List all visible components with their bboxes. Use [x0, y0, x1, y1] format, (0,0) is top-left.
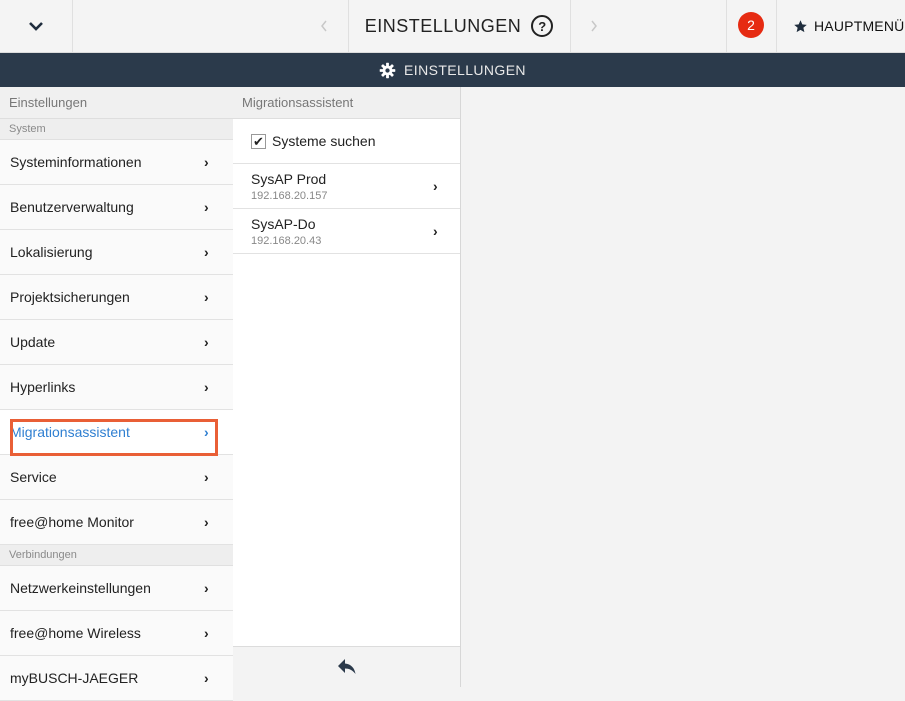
nav-item-migrationsassistent[interactable]: Migrationsassistent › — [0, 410, 233, 455]
nav-item-update[interactable]: Update › — [0, 320, 233, 365]
back-button[interactable] — [300, 0, 348, 52]
group-header-system: System — [0, 119, 233, 140]
gear-icon — [379, 62, 396, 78]
nav-item-freeathome-wireless[interactable]: free@home Wireless › — [0, 611, 233, 656]
chevron-left-icon — [321, 20, 327, 32]
settings-nav-header: Einstellungen — [0, 87, 233, 119]
chevron-down-icon — [29, 22, 43, 31]
notification-badge[interactable]: 2 — [738, 12, 764, 38]
main-menu-label: HAUPTMENÜ — [814, 18, 905, 34]
nav-item-label: free@home Monitor — [10, 514, 134, 530]
chevron-right-icon: › — [204, 199, 209, 215]
nav-item-label: Projektsicherungen — [10, 289, 130, 305]
system-item[interactable]: SysAP-Do 192.168.20.43 › — [233, 209, 460, 254]
main-menu-button[interactable]: HAUPTMENÜ — [793, 0, 904, 52]
checkbox[interactable]: ✔ — [251, 133, 266, 149]
nav-item-netzwerkeinstellungen[interactable]: Netzwerkeinstellungen › — [0, 566, 233, 611]
chevron-right-icon: › — [204, 469, 209, 485]
nav-item-label: Service — [10, 469, 57, 485]
system-name: SysAP-Do — [251, 216, 316, 232]
system-name: SysAP Prod — [251, 171, 327, 187]
chevron-right-icon: › — [433, 223, 438, 239]
migration-panel-footer — [233, 646, 460, 687]
help-icon[interactable]: ? — [531, 15, 554, 37]
section-header: EINSTELLUNGEN — [0, 53, 905, 87]
nav-item-label: Update — [10, 334, 56, 350]
chevron-right-icon — [591, 20, 597, 32]
chevron-right-icon: › — [204, 670, 209, 686]
chevron-right-icon: › — [204, 625, 209, 641]
star-icon — [794, 19, 807, 32]
chevron-right-icon: › — [204, 289, 209, 305]
nav-item-mybusch-jaeger[interactable]: myBUSCH-JAEGER › — [0, 656, 233, 701]
collapse-button[interactable] — [0, 0, 72, 52]
nav-item-projektsicherungen[interactable]: Projektsicherungen › — [0, 275, 233, 320]
nav-item-systeminformationen[interactable]: Systeminformationen › — [0, 140, 233, 185]
checkbox-label: Systeme suchen — [272, 133, 376, 149]
chevron-right-icon: › — [204, 154, 209, 170]
migration-panel: Migrationsassistent ✔ Systeme suchen Sys… — [233, 87, 461, 687]
nav-item-label: Benutzerverwaltung — [10, 199, 134, 215]
search-systems-checkbox-row[interactable]: ✔ Systeme suchen — [233, 119, 460, 164]
nav-item-lokalisierung[interactable]: Lokalisierung › — [0, 230, 233, 275]
page-title-group: EINSTELLUNGEN ? — [348, 0, 570, 52]
chevron-right-icon: › — [433, 178, 438, 194]
system-ip: 192.168.20.157 — [251, 190, 328, 202]
migration-panel-header: Migrationsassistent — [233, 87, 460, 119]
system-ip: 192.168.20.43 — [251, 235, 322, 247]
nav-item-label: myBUSCH-JAEGER — [10, 670, 139, 686]
chevron-right-icon: › — [204, 514, 209, 530]
nav-item-label: Hyperlinks — [10, 379, 76, 395]
chevron-right-icon: › — [204, 424, 209, 440]
settings-nav: Einstellungen System Systeminformationen… — [0, 87, 234, 701]
nav-item-label: Lokalisierung — [10, 244, 93, 260]
group-header-verbindungen: Verbindungen — [0, 545, 233, 566]
top-bar: EINSTELLUNGEN ? 2 HAUPTMENÜ — [0, 0, 905, 53]
nav-item-hyperlinks[interactable]: Hyperlinks › — [0, 365, 233, 410]
chevron-right-icon: › — [204, 334, 209, 350]
nav-item-service[interactable]: Service › — [0, 455, 233, 500]
nav-item-label: Systeminformationen — [10, 154, 142, 170]
nav-item-label: Migrationsassistent — [10, 424, 130, 440]
back-arrow-icon — [337, 659, 355, 674]
forward-button[interactable] — [570, 0, 618, 52]
detail-area — [461, 87, 905, 687]
chevron-right-icon: › — [204, 379, 209, 395]
chevron-right-icon: › — [204, 244, 209, 260]
section-title: EINSTELLUNGEN — [404, 62, 526, 78]
nav-item-label: Netzwerkeinstellungen — [10, 580, 151, 596]
nav-item-benutzerverwaltung[interactable]: Benutzerverwaltung › — [0, 185, 233, 230]
nav-item-freeathome-monitor[interactable]: free@home Monitor › — [0, 500, 233, 545]
system-item[interactable]: SysAP Prod 192.168.20.157 › — [233, 164, 460, 209]
chevron-right-icon: › — [204, 580, 209, 596]
nav-item-label: free@home Wireless — [10, 625, 141, 641]
page-title: EINSTELLUNGEN — [364, 15, 522, 36]
back-arrow-button[interactable] — [337, 658, 357, 676]
